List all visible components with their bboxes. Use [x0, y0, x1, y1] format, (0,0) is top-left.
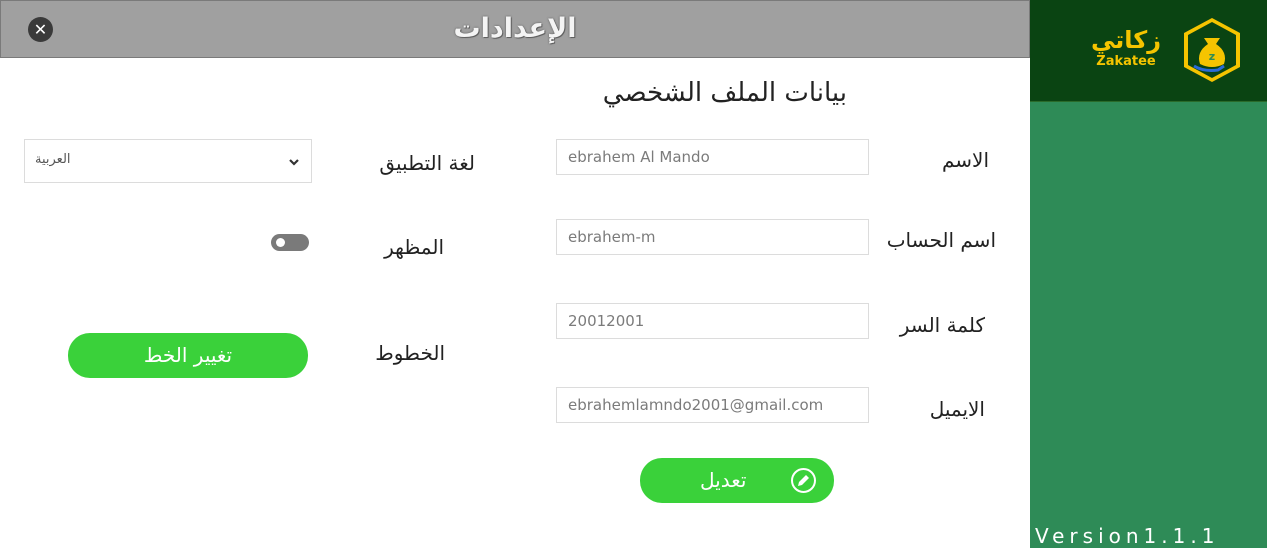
money-bag-icon: z — [1184, 18, 1240, 82]
appearance-label: المظهر — [384, 235, 444, 259]
username-field[interactable] — [556, 219, 869, 255]
sidebar: زكاتي Zakatee z — [1030, 0, 1267, 548]
email-field[interactable] — [556, 387, 869, 423]
logo-arabic: زكاتي — [1090, 26, 1162, 54]
appearance-toggle[interactable] — [271, 234, 309, 251]
window-title: الإعدادات — [453, 13, 577, 44]
title-bar: ✕ الإعدادات — [0, 0, 1030, 58]
name-label: الاسم — [941, 148, 989, 172]
password-label: كلمة السر — [899, 313, 985, 337]
email-label: الايميل — [929, 397, 985, 421]
name-field[interactable] — [556, 139, 869, 175]
toggle-knob — [276, 238, 285, 247]
pencil-icon — [791, 468, 816, 493]
profile-heading: بيانات الملف الشخصي — [602, 78, 847, 108]
username-label: اسم الحساب — [886, 228, 996, 252]
edit-button-label: تعديل — [700, 468, 747, 492]
logo-text: زكاتي Zakatee — [1086, 26, 1166, 69]
version-label: Version1.1.1 — [1035, 524, 1220, 548]
change-font-button[interactable]: تغيير الخط — [68, 333, 308, 378]
edit-button[interactable]: تعديل — [640, 458, 834, 503]
password-field[interactable] — [556, 303, 869, 339]
svg-text:z: z — [1209, 50, 1215, 63]
language-selected-value: العربية — [35, 152, 71, 167]
chevron-down-icon — [289, 159, 299, 166]
language-label: لغة التطبيق — [379, 151, 475, 175]
app-logo: زكاتي Zakatee z — [1030, 0, 1267, 102]
fonts-label: الخطوط — [375, 341, 445, 365]
language-select[interactable]: العربية — [24, 139, 312, 183]
logo-english: Zakatee — [1096, 54, 1156, 69]
